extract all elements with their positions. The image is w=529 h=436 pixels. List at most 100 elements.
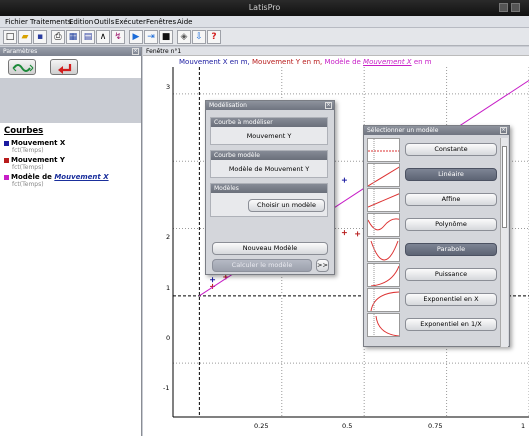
new-file-icon[interactable]: □ — [3, 30, 17, 44]
menu-traitements[interactable]: Traitements — [30, 18, 71, 26]
modelisation-header: Modélisation × — [206, 101, 334, 110]
new-model-button[interactable]: Nouveau Modèle — [212, 242, 328, 255]
undo-arrow-icon — [58, 64, 72, 74]
model-row-affine[interactable]: Affine — [367, 188, 497, 212]
save-icon[interactable]: ▪ — [33, 30, 47, 44]
model-row-exponentiel-inverse[interactable]: Exponentiel en 1/X — [367, 313, 497, 337]
parabola-model-icon — [367, 238, 400, 262]
toolbar: □ ▰ ▪ ⎙ ▦ ▤ ∧ ↯ ▶ ⇥ ■ ◈ ⇩ ? — [0, 28, 529, 46]
close-icon[interactable]: × — [500, 127, 507, 134]
model-button-parabole[interactable]: Parabole — [405, 243, 497, 256]
y-tick-label: 2 — [166, 233, 171, 241]
curve-name: Mouvement X — [11, 139, 66, 147]
curve-item-mouvement-x[interactable]: Mouvement X fct(Temps) — [4, 139, 65, 154]
y-tick-label: 3 — [166, 83, 171, 91]
model-button-constante[interactable]: Constante — [405, 143, 497, 156]
data-point-series-1 — [341, 230, 347, 236]
model-selector-header: Sélectionner un modèle × — [364, 126, 509, 135]
y-tick-label: 0 — [166, 334, 171, 342]
model-row-constante[interactable]: Constante — [367, 138, 497, 162]
model-button-polynome[interactable]: Polynôme — [405, 218, 497, 231]
power-model-icon — [367, 263, 400, 287]
legend-mouvement-x: Mouvement X en m, — [179, 58, 250, 66]
menu-aide[interactable]: Aide — [177, 18, 192, 26]
step-icon[interactable]: ⇥ — [144, 30, 158, 44]
menu-fenetres[interactable]: Fenêtres — [146, 18, 176, 26]
minimize-icon[interactable] — [499, 3, 508, 12]
model-row-exponentiel-x[interactable]: Exponentiel en X — [367, 288, 497, 312]
table-2-icon[interactable]: ▤ — [81, 30, 95, 44]
close-icon[interactable]: × — [132, 48, 139, 55]
model-button-lineaire[interactable]: Linéaire — [405, 168, 497, 181]
curve-subtitle: fct(Temps) — [12, 181, 44, 188]
affine-model-icon — [367, 188, 400, 212]
menu-fichier[interactable]: Fichier — [5, 18, 28, 26]
graph-window-header: Fenêtre n°1 — [143, 47, 529, 56]
group-courbe-modele: Courbe modèle Modèle de Mouvement Y — [210, 150, 328, 178]
export-icon[interactable]: ⇩ — [192, 30, 206, 44]
panel-divider — [0, 78, 141, 123]
inverse-exponential-model-icon — [367, 313, 400, 337]
curve-item-mouvement-y[interactable]: Mouvement Y fct(Temps) — [4, 156, 65, 171]
play-icon[interactable]: ▶ — [129, 30, 143, 44]
legend-model-link: Mouvement X — [363, 58, 412, 66]
model-row-parabole[interactable]: Parabole — [367, 238, 497, 262]
stop-icon[interactable]: ■ — [159, 30, 173, 44]
curve-name-link[interactable]: Mouvement X — [54, 173, 108, 181]
parameters-panel: Paramètres × Courbes Mouvement X fct(Tem… — [0, 47, 142, 436]
exponential-model-icon — [367, 288, 400, 312]
linear-model-icon — [367, 163, 400, 187]
model-row-puissance[interactable]: Puissance — [367, 263, 497, 287]
curve-color-swatch — [4, 157, 9, 163]
x-tick-label: 0.5 — [342, 422, 353, 430]
curve-color-swatch — [4, 140, 9, 146]
parameters-header: Paramètres × — [0, 47, 141, 56]
menu-edition[interactable]: Edition — [69, 18, 93, 26]
legend-mouvement-y: Mouvement Y en m, — [252, 58, 323, 66]
model-button-exponentiel-x[interactable]: Exponentiel en X — [405, 293, 497, 306]
close-icon[interactable]: × — [325, 102, 332, 109]
curve-item-modele[interactable]: Modèle de Mouvement X fct(Temps) — [4, 173, 109, 188]
legend-model-prefix: Modèle de — [324, 58, 364, 66]
group-modeles: Modèles Choisir un modèle — [210, 183, 328, 217]
parameters-title: Paramètres — [3, 48, 38, 55]
help-icon[interactable]: ? — [207, 30, 221, 44]
expand-button[interactable]: >> — [316, 259, 329, 272]
model-button-exponentiel-inverse[interactable]: Exponentiel en 1/X — [405, 318, 497, 331]
choose-model-button[interactable]: Choisir un modèle — [248, 199, 325, 212]
data-point-series-0 — [210, 277, 216, 283]
model-row-lineaire[interactable]: Linéaire — [367, 163, 497, 187]
model-row-polynome[interactable]: Polynôme — [367, 213, 497, 237]
model-button-affine[interactable]: Affine — [405, 193, 497, 206]
model-curve-value[interactable]: Modèle de Mouvement Y — [211, 160, 327, 173]
group-courbe-a-modeliser: Courbe à modéliser Mouvement Y — [210, 117, 328, 145]
scrollbar-thumb[interactable] — [502, 146, 507, 228]
curve-name: Modèle de Mouvement X — [11, 173, 109, 181]
menu-executer[interactable]: Exécuter — [115, 18, 146, 26]
compute-model-button[interactable]: Calculer le modèle — [212, 259, 312, 272]
tools-icon[interactable]: ↯ — [111, 30, 125, 44]
constant-model-icon — [367, 138, 400, 162]
curve-subtitle: fct(Temps) — [12, 164, 44, 171]
data-point-series-0 — [341, 177, 347, 183]
legend-modele: Modèle de Mouvement X en m — [325, 58, 432, 66]
scrollbar[interactable] — [500, 138, 508, 347]
modelisation-icon[interactable]: ◈ — [177, 30, 191, 44]
curve-color-swatch — [4, 174, 9, 180]
undo-button[interactable] — [50, 59, 78, 75]
curve-icon[interactable]: ∧ — [96, 30, 110, 44]
curve-name-prefix: Modèle de — [11, 173, 55, 181]
menu-outils[interactable]: Outils — [94, 18, 114, 26]
close-icon[interactable] — [511, 3, 520, 12]
open-folder-icon[interactable]: ▰ — [18, 30, 32, 44]
model-button-puissance[interactable]: Puissance — [405, 268, 497, 281]
table-icon[interactable]: ▦ — [66, 30, 80, 44]
wave-button[interactable] — [8, 59, 36, 75]
graph-legend: Mouvement X en m, Mouvement Y en m, Modè… — [179, 58, 432, 66]
legend-model-suffix: en m — [411, 58, 432, 66]
group-header: Modèles — [211, 184, 327, 193]
print-icon[interactable]: ⎙ — [51, 30, 65, 44]
menu-bar: Fichier Traitements Edition Outils Exécu… — [0, 16, 529, 28]
curve-to-model-value[interactable]: Mouvement Y — [211, 127, 327, 140]
polynomial-model-icon — [367, 213, 400, 237]
